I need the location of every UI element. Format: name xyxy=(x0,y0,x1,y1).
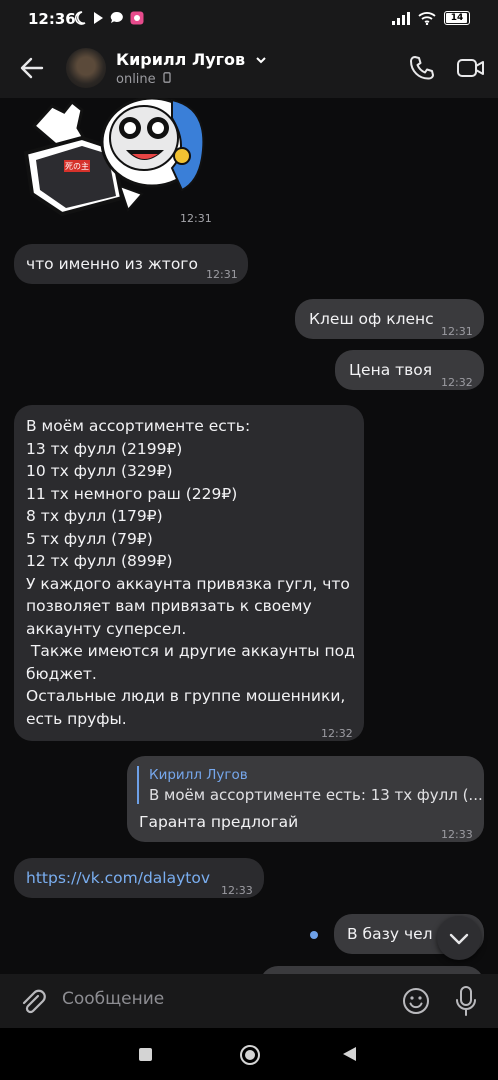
back-arrow-icon[interactable] xyxy=(18,54,46,82)
message-time: 12:31 xyxy=(206,268,238,281)
home-button[interactable] xyxy=(240,1045,260,1065)
status-notification-icons xyxy=(74,11,144,25)
status-bar: 12:36 14 xyxy=(0,0,498,40)
message-time: 12:31 xyxy=(180,212,212,225)
play-icon xyxy=(94,12,103,24)
sticker-message[interactable]: 死の主 xyxy=(22,98,212,220)
video-camera-icon[interactable] xyxy=(456,54,486,82)
microphone-icon[interactable] xyxy=(454,985,478,1017)
incoming-message[interactable]: В моём ассортименте есть: 13 тх фулл (21… xyxy=(14,405,364,741)
moon-icon xyxy=(74,11,86,25)
message-text: Клеш оф кленс xyxy=(309,310,434,328)
message-text: что именно из жтого xyxy=(26,255,198,273)
scroll-to-bottom-button[interactable] xyxy=(437,916,481,960)
battery-level: 14 xyxy=(450,13,464,23)
paperclip-icon[interactable] xyxy=(18,986,46,1016)
message-time: 12:32 xyxy=(441,376,473,389)
outgoing-message-partial[interactable] xyxy=(260,966,484,974)
signal-icon xyxy=(392,11,410,25)
message-text: Цена твоя xyxy=(349,361,433,379)
message-text: В моём ассортименте есть: 13 тх фулл (21… xyxy=(26,417,355,728)
chevron-down-icon xyxy=(256,57,266,64)
reply-quote-bar xyxy=(137,766,139,804)
status-system-icons: 14 xyxy=(392,11,470,25)
emoji-icon[interactable] xyxy=(402,987,430,1015)
phone-icon[interactable] xyxy=(408,54,436,82)
message-link[interactable]: https://vk.com/dalaytov xyxy=(26,867,210,890)
status-time: 12:36 xyxy=(28,10,76,28)
contact-status: online xyxy=(116,72,171,87)
contact-name[interactable]: Кирилл Лугов xyxy=(116,50,267,69)
wifi-icon xyxy=(418,12,436,25)
outgoing-message[interactable]: Кирилл Лугов В моём ассортименте есть: 1… xyxy=(127,756,484,842)
incoming-message[interactable]: https://vk.com/dalaytov 12:33 xyxy=(14,858,264,898)
chat-icon xyxy=(110,11,123,23)
message-time: 12:32 xyxy=(321,727,353,740)
message-time: 12:31 xyxy=(441,325,473,338)
mobile-device-icon xyxy=(163,72,171,83)
unread-indicator xyxy=(310,931,318,939)
sticker-shirt-text: 死の主 xyxy=(65,161,89,171)
message-time: 12:33 xyxy=(441,828,473,841)
message-time: 12:33 xyxy=(221,884,253,897)
chevron-down-icon xyxy=(449,933,469,945)
photos-app-icon xyxy=(130,11,144,25)
contact-avatar[interactable] xyxy=(66,48,106,88)
back-button[interactable] xyxy=(343,1047,356,1061)
battery-icon: 14 xyxy=(444,11,470,25)
message-input[interactable]: Сообщение xyxy=(62,989,164,1009)
message-text: Гаранта предлогай xyxy=(139,813,299,831)
skeleton-sticker-image: 死の主 xyxy=(23,98,205,217)
outgoing-message[interactable]: Клеш оф кленс 12:31 xyxy=(295,299,484,339)
message-list[interactable]: 死の主 12:31 что именно из жтого 12:31 Клеш… xyxy=(0,98,498,974)
message-text: В базу чел xyxy=(347,925,433,943)
recents-button[interactable] xyxy=(139,1048,152,1061)
outgoing-message[interactable]: Цена твоя 12:32 xyxy=(335,350,484,390)
incoming-message[interactable]: что именно из жтого 12:31 xyxy=(14,244,248,284)
system-navigation-bar xyxy=(0,1028,498,1080)
reply-preview-text: В моём ассортименте есть: 13 тх фулл (..… xyxy=(149,786,483,804)
message-composer: Сообщение xyxy=(0,974,498,1028)
chat-header: Кирилл Лугов online xyxy=(0,40,498,98)
